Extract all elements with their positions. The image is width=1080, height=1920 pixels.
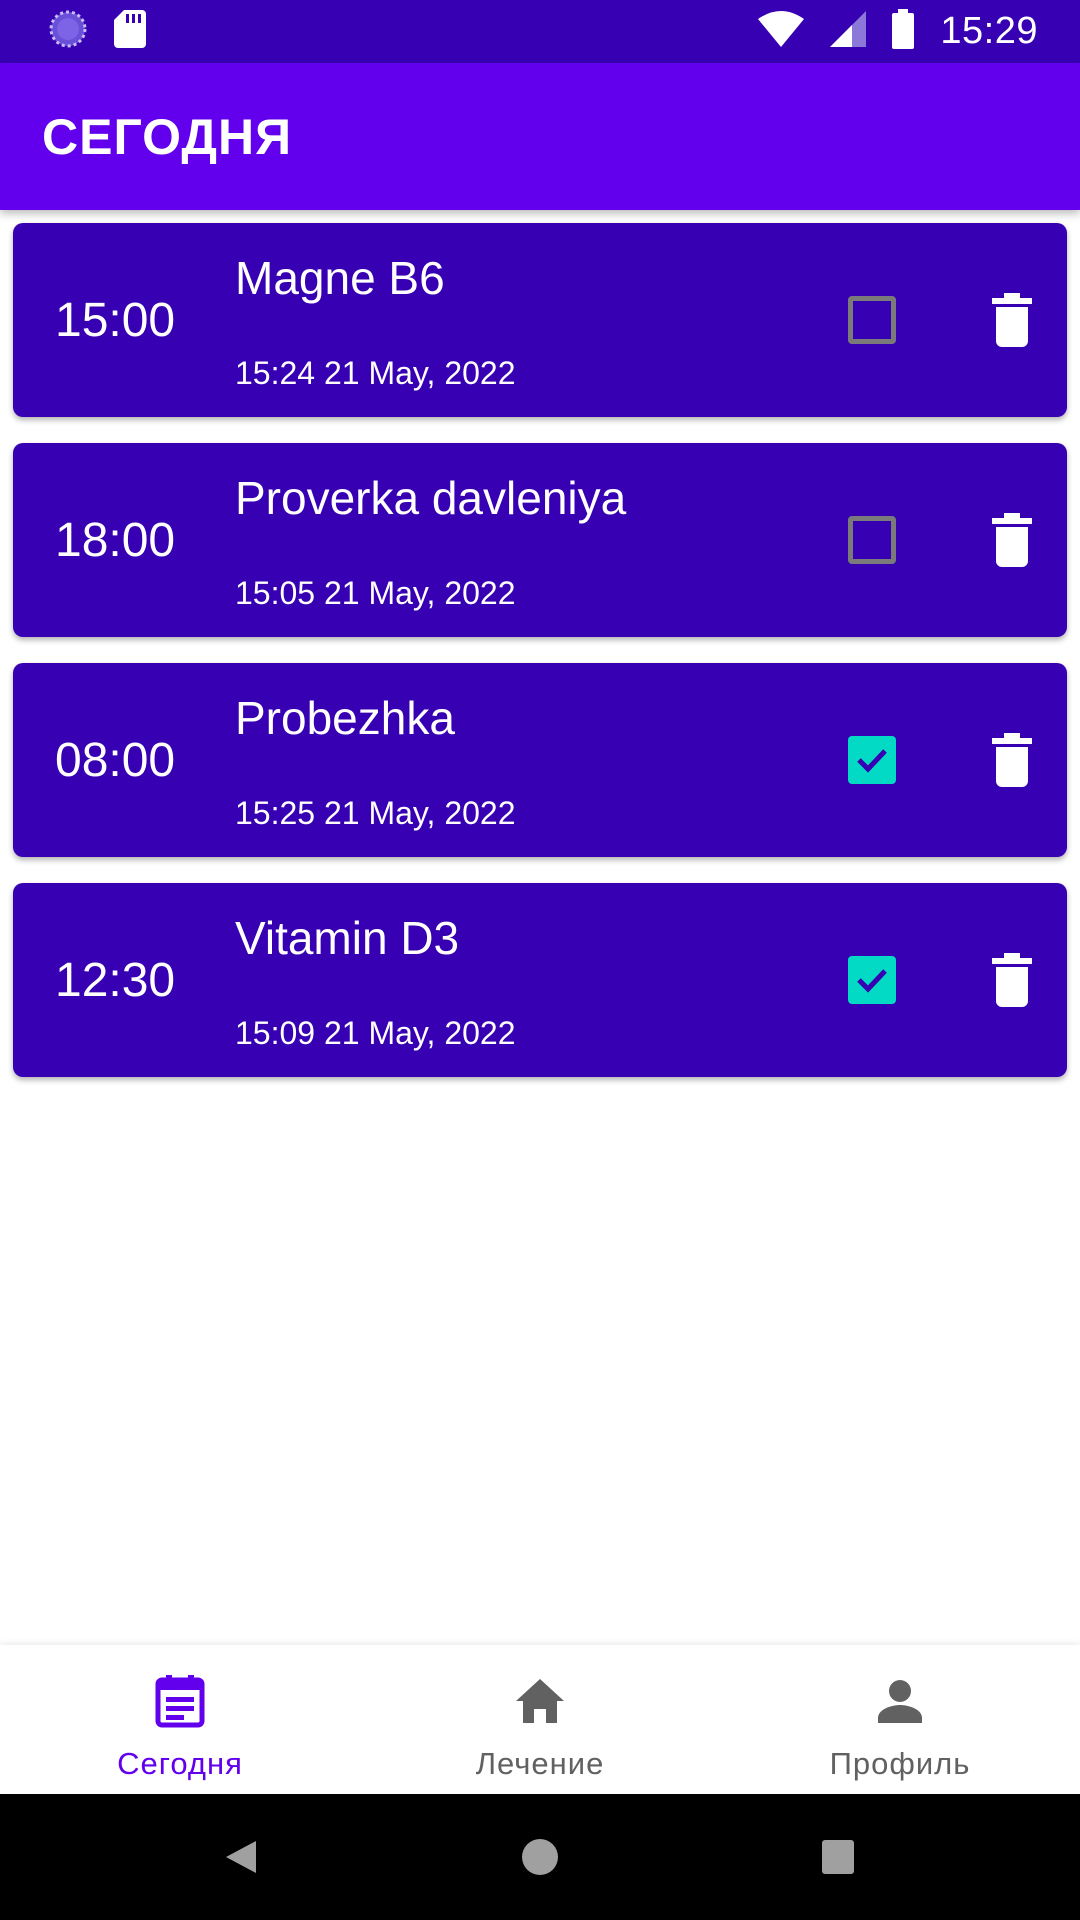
status-bar: 15:29 bbox=[0, 0, 1080, 63]
delete-icon[interactable] bbox=[988, 733, 1036, 787]
reminder-date: 15:05 21 May, 2022 bbox=[235, 575, 516, 611]
home-button-icon[interactable] bbox=[520, 1827, 560, 1892]
reminder-title: Probezhka bbox=[235, 692, 455, 744]
nav-label-treatment: Лечение bbox=[475, 1746, 605, 1781]
app-bar: СЕГОДНЯ bbox=[0, 63, 1080, 210]
done-checkbox[interactable] bbox=[848, 516, 896, 564]
screen: 15:29 СЕГОДНЯ 15:00 Magne B6 15:24 21 Ma… bbox=[0, 0, 1080, 1920]
reminder-date: 15:25 21 May, 2022 bbox=[235, 795, 516, 831]
reminder-title: Vitamin D3 bbox=[235, 912, 460, 964]
reminder-card[interactable]: 18:00 Proverka davleniya 15:05 21 May, 2… bbox=[13, 443, 1067, 637]
reminder-time: 08:00 bbox=[55, 733, 176, 787]
system-nav-bar bbox=[0, 1794, 1080, 1920]
recents-icon[interactable] bbox=[820, 1827, 856, 1892]
checkmark-icon bbox=[857, 749, 887, 773]
reminder-card[interactable]: 12:30 Vitamin D3 15:09 21 May, 2022 bbox=[13, 883, 1067, 1077]
reminder-time: 12:30 bbox=[55, 953, 176, 1007]
checkmark-icon bbox=[857, 969, 887, 993]
delete-icon[interactable] bbox=[988, 293, 1036, 347]
sd-card-icon bbox=[114, 10, 146, 53]
delete-icon[interactable] bbox=[988, 953, 1036, 1007]
reminder-time: 18:00 bbox=[55, 513, 176, 567]
nav-item-profile[interactable]: Профиль bbox=[720, 1645, 1080, 1794]
cell-signal-icon bbox=[830, 11, 867, 52]
done-checkbox[interactable] bbox=[848, 956, 896, 1004]
done-checkbox[interactable] bbox=[848, 736, 896, 784]
back-icon[interactable] bbox=[222, 1827, 258, 1892]
reminder-card[interactable]: 08:00 Probezhka 15:25 21 May, 2022 bbox=[13, 663, 1067, 857]
nav-item-today[interactable]: Сегодня bbox=[0, 1645, 360, 1794]
calendar-icon bbox=[152, 1673, 208, 1734]
bottom-nav: Сегодня Лечение Профиль bbox=[0, 1645, 1080, 1794]
reminder-title: Proverka davleniya bbox=[235, 472, 627, 524]
loading-icon bbox=[48, 9, 88, 54]
delete-icon[interactable] bbox=[988, 513, 1036, 567]
page-title: СЕГОДНЯ bbox=[42, 108, 293, 165]
reminder-time: 15:00 bbox=[55, 293, 176, 347]
battery-icon bbox=[892, 9, 915, 54]
wifi-icon bbox=[758, 11, 805, 52]
reminder-date: 15:24 21 May, 2022 bbox=[235, 355, 516, 391]
nav-label-today: Сегодня bbox=[117, 1746, 243, 1781]
done-checkbox[interactable] bbox=[848, 296, 896, 344]
reminder-title: Magne B6 bbox=[235, 252, 445, 304]
nav-item-treatment[interactable]: Лечение bbox=[360, 1645, 720, 1794]
reminder-date: 15:09 21 May, 2022 bbox=[235, 1015, 516, 1051]
status-time: 15:29 bbox=[940, 10, 1038, 52]
nav-label-profile: Профиль bbox=[829, 1746, 971, 1781]
reminder-card[interactable]: 15:00 Magne B6 15:24 21 May, 2022 bbox=[13, 223, 1067, 417]
person-icon bbox=[872, 1673, 928, 1734]
home-icon bbox=[512, 1673, 568, 1734]
